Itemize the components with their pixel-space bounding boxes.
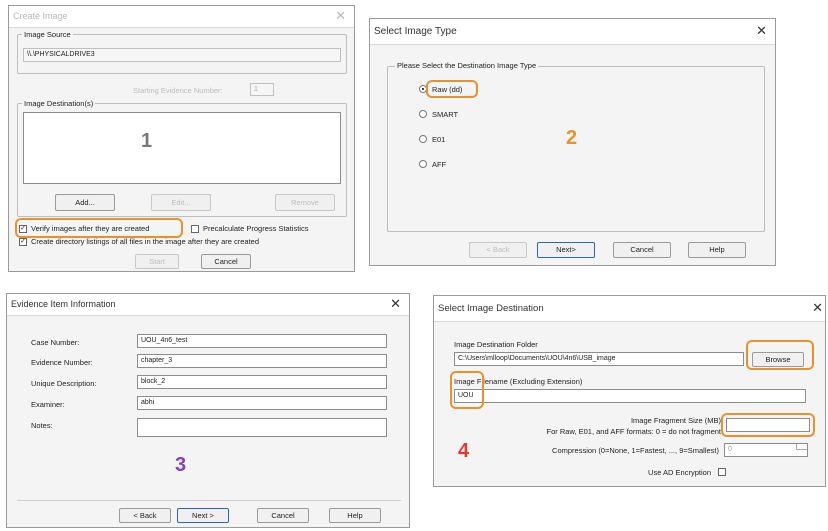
back-button[interactable]: < Back (469, 242, 527, 258)
create-image-titlebar: Create Image ✕ (9, 6, 354, 28)
image-source-field: \\.\PHYSICALDRIVE3 (23, 48, 341, 62)
unique-description-input[interactable]: block_2 (137, 375, 387, 389)
image-source-label: Image Source (22, 30, 73, 39)
filename-input[interactable]: UOU (454, 389, 806, 403)
close-icon[interactable]: ✕ (390, 296, 401, 312)
directory-listing-label: Create directory listings of all files i… (31, 237, 260, 246)
aff-radio[interactable] (419, 160, 427, 168)
help-button[interactable]: Help (688, 242, 746, 258)
destination-folder-label: Image Destination Folder (454, 340, 538, 349)
image-type-group-label: Please Select the Destination Image Type (395, 61, 539, 70)
select-image-type-dialog: Select Image Type ✕ Please Select the De… (369, 18, 776, 266)
smart-radio[interactable] (419, 110, 427, 118)
remove-button[interactable]: Remove (275, 194, 335, 211)
aff-label: AFF (432, 160, 447, 169)
image-destination-list[interactable] (23, 112, 341, 184)
e01-radio[interactable] (419, 135, 427, 143)
examiner-input[interactable]: abhi (137, 396, 387, 410)
examiner-label: Examiner: (31, 400, 65, 409)
ad-encryption-label: Use AD Encryption (648, 468, 711, 477)
start-button[interactable]: Start (135, 254, 179, 269)
select-dest-title: Select Image Destination (438, 303, 544, 314)
destination-folder-input[interactable]: C:\Users\mlloop\Documents\UOU\4n6\USB_im… (454, 352, 744, 366)
select-type-titlebar: Select Image Type ✕ (370, 19, 775, 45)
fragment-size-label: Image Fragment Size (MB) (630, 416, 721, 425)
evidence-button-divider (17, 500, 401, 501)
close-icon[interactable]: ✕ (812, 300, 823, 316)
cancel-button[interactable]: Cancel (613, 242, 671, 258)
select-dest-titlebar: Select Image Destination ✕ (434, 296, 825, 322)
step-badge-1: 1 (141, 130, 153, 152)
select-type-title: Select Image Type (374, 26, 457, 37)
e01-label: E01 (432, 135, 446, 144)
next-button[interactable]: Next > (177, 508, 229, 523)
cancel-button[interactable]: Cancel (201, 254, 251, 269)
starting-evidence-label: Starting Evidence Number: (133, 86, 223, 95)
edit-button[interactable]: Edit... (151, 194, 211, 211)
create-image-title: Create Image (13, 11, 68, 21)
next-button[interactable]: Next> (537, 242, 595, 258)
smart-label: SMART (432, 110, 459, 119)
notes-input[interactable] (137, 418, 387, 437)
directory-listing-checkbox[interactable]: ✓ (19, 238, 27, 246)
filename-highlight (450, 371, 484, 409)
notes-label: Notes: (31, 421, 53, 430)
starting-evidence-field: 1 (250, 83, 274, 96)
verify-highlight (15, 218, 183, 238)
step-badge-4: 4 (458, 440, 470, 462)
compression-label: Compression (0=None, 1=Fastest, ..., 9=S… (552, 446, 719, 455)
fragment-hint-label: For Raw, E01, and AFF formats: 0 = do no… (546, 427, 721, 436)
add-button[interactable]: Add... (55, 194, 115, 211)
unique-description-label: Unique Description: (31, 379, 97, 388)
precalculate-checkbox[interactable] (191, 225, 199, 233)
precalculate-label: Precalculate Progress Statistics (203, 224, 309, 233)
select-destination-dialog: Select Image Destination ✕ Image Destina… (433, 295, 826, 487)
case-number-input[interactable]: UOU_4n6_test (137, 334, 387, 348)
cancel-button[interactable]: Cancel (257, 508, 309, 523)
close-icon[interactable]: ✕ (756, 23, 767, 39)
evidence-number-input[interactable]: chapter_3 (137, 354, 387, 368)
evidence-item-dialog: Evidence Item Information ✕ Case Number:… (6, 293, 410, 528)
fragment-highlight (721, 413, 815, 437)
ad-encryption-checkbox[interactable] (718, 468, 726, 476)
evidence-titlebar: Evidence Item Information ✕ (7, 294, 409, 316)
raw-dd-highlight (426, 80, 478, 98)
image-destination-label: Image Destination(s) (22, 99, 96, 108)
browse-highlight (746, 340, 814, 370)
back-button[interactable]: < Back (119, 508, 171, 523)
step-badge-3: 3 (175, 454, 187, 476)
create-image-dialog: Create Image ✕ Image Source \\.\PHYSICAL… (8, 5, 355, 272)
step-badge-2: 2 (566, 127, 578, 149)
close-icon[interactable]: ✕ (335, 8, 346, 24)
help-button[interactable]: Help (329, 508, 381, 523)
evidence-number-label: Evidence Number: (31, 358, 93, 367)
evidence-title: Evidence Item Information (11, 299, 116, 309)
case-number-label: Case Number: (31, 338, 80, 347)
compression-spinner-up[interactable] (796, 444, 807, 450)
